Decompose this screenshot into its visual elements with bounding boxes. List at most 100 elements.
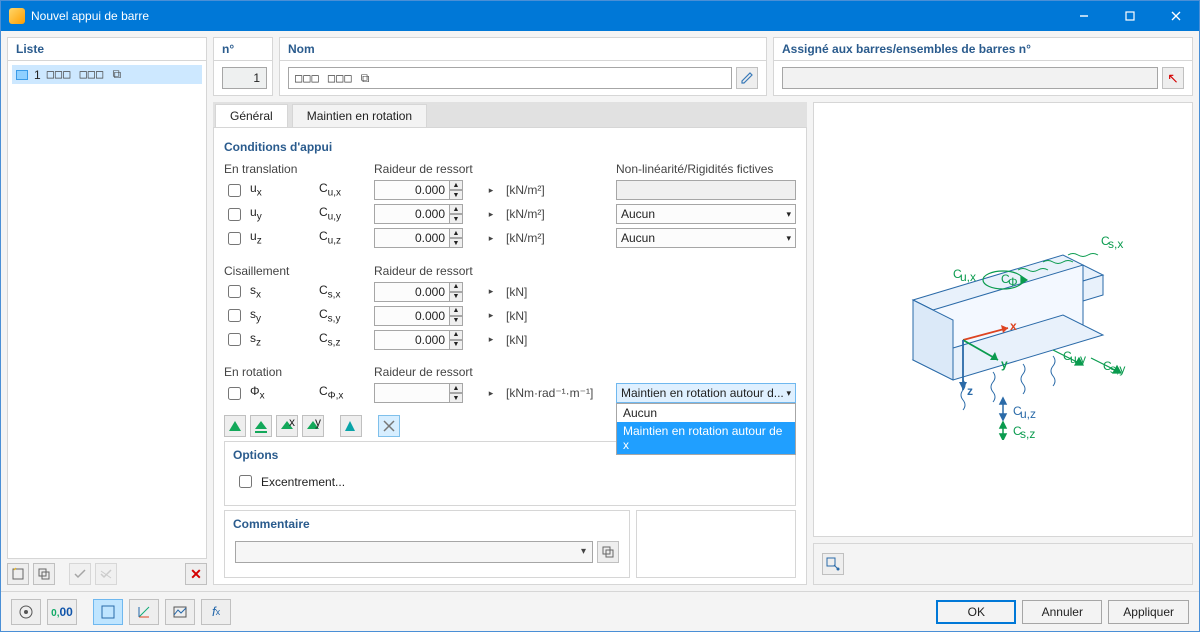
- support-type-2[interactable]: [250, 415, 272, 437]
- nonlin-uy[interactable]: Aucun▾: [616, 204, 796, 224]
- dropdown-option-none[interactable]: Aucun: [617, 404, 795, 422]
- name-header: Nom: [280, 38, 766, 61]
- open-sy[interactable]: ▸: [484, 310, 498, 321]
- show-diagram-button[interactable]: [93, 599, 123, 625]
- close-button[interactable]: [1153, 1, 1199, 31]
- apply-button[interactable]: Appliquer: [1108, 600, 1189, 624]
- minimize-button[interactable]: [1061, 1, 1107, 31]
- name-input[interactable]: □□□ □□□ ⧉: [288, 67, 732, 89]
- delete-button[interactable]: ✕: [185, 563, 207, 585]
- pick-member-button[interactable]: ↖: [1162, 67, 1184, 89]
- dropdown-option-rotation-x[interactable]: Maintien en rotation autour de x: [617, 422, 795, 454]
- svg-text:s,x: s,x: [1108, 237, 1123, 251]
- picture-button[interactable]: [165, 599, 195, 625]
- checkbox-uz[interactable]: [228, 232, 241, 245]
- new-button[interactable]: [7, 563, 29, 585]
- tab-general[interactable]: Général: [215, 104, 288, 127]
- help-button[interactable]: [11, 599, 41, 625]
- ok-button[interactable]: OK: [936, 600, 1016, 624]
- aux-box: [636, 510, 796, 578]
- checkbox-sy[interactable]: [228, 309, 241, 322]
- titlebar: Nouvel appui de barre: [1, 1, 1199, 31]
- nonlin-dropdown: Aucun Maintien en rotation autour de x: [616, 403, 796, 455]
- axes-button[interactable]: [129, 599, 159, 625]
- checkbox-ux[interactable]: [228, 184, 241, 197]
- svg-text:s,z: s,z: [1020, 427, 1035, 440]
- support-icon: [16, 70, 28, 80]
- function-button[interactable]: fx: [201, 599, 231, 625]
- assign-input[interactable]: [782, 67, 1158, 89]
- spring-uz[interactable]: ▲▼: [374, 228, 484, 248]
- open-sz[interactable]: ▸: [484, 334, 498, 345]
- conditions-grid: En translation Raideur de ressort Non-li…: [224, 162, 796, 248]
- spring-header-1: Raideur de ressort: [374, 162, 506, 176]
- svg-text:u,z: u,z: [1020, 407, 1036, 421]
- svg-text:y: y: [315, 419, 321, 429]
- spring-header-2: Raideur de ressort: [374, 264, 506, 278]
- list-item[interactable]: 1 □□□ □□□ ⧉: [12, 65, 202, 84]
- diagram-toolbar: [813, 543, 1193, 585]
- spring-phix[interactable]: ▲▼: [374, 383, 484, 403]
- support-type-free[interactable]: [378, 415, 400, 437]
- spring-header-3: Raideur de ressort: [374, 365, 506, 379]
- shear-header: Cisaillement: [224, 264, 319, 278]
- window-buttons: [1061, 1, 1199, 31]
- list-panel: Liste 1 □□□ □□□ ⧉: [7, 37, 207, 559]
- nonlin-uz[interactable]: Aucun▾: [616, 228, 796, 248]
- assign-panel: Assigné aux barres/ensembles de barres n…: [773, 37, 1193, 96]
- cursor-icon: ↖: [1167, 70, 1179, 87]
- support-conditions-title: Conditions d'appui: [224, 140, 796, 154]
- spring-sx[interactable]: ▲▼: [374, 282, 484, 302]
- comment-library-button[interactable]: [597, 541, 619, 563]
- spring-sy[interactable]: ▲▼: [374, 306, 484, 326]
- copy-button[interactable]: [33, 563, 55, 585]
- maximize-button[interactable]: [1107, 1, 1153, 31]
- assign-header: Assigné aux barres/ensembles de barres n…: [774, 38, 1192, 61]
- nonlin-header: Non-linéarité/Rigidités fictives: [616, 162, 796, 176]
- comment-title: Commentaire: [225, 513, 629, 535]
- spring-uy[interactable]: ▲▼: [374, 204, 484, 224]
- svg-text:Φ: Φ: [1008, 275, 1018, 289]
- spring-sz[interactable]: ▲▼: [374, 330, 484, 350]
- tab-rotation[interactable]: Maintien en rotation: [292, 104, 427, 127]
- support-type-1[interactable]: [224, 415, 246, 437]
- dialog-footer: 0,00 fx OK Annuler Appliquer: [1, 591, 1199, 631]
- svg-text:u,x: u,x: [960, 270, 976, 284]
- list-item-number: 1: [34, 68, 41, 82]
- checkbox-phix[interactable]: [228, 387, 241, 400]
- open-sx[interactable]: ▸: [484, 286, 498, 297]
- spring-ux[interactable]: ▲▼: [374, 180, 484, 200]
- open-phix[interactable]: ▸: [484, 388, 498, 399]
- diagram-panel: CΦ x y z: [813, 102, 1193, 537]
- dialog-window: Nouvel appui de barre Liste 1 □□□ □□□ ⧉: [0, 0, 1200, 632]
- beam-diagram: CΦ x y z: [853, 200, 1153, 440]
- edit-name-button[interactable]: [736, 67, 758, 89]
- svg-text:y: y: [1001, 357, 1008, 371]
- rotation-header: En rotation: [224, 365, 319, 379]
- checkbox-sx[interactable]: [228, 285, 241, 298]
- number-input[interactable]: [222, 67, 267, 89]
- list-item-label: □□□ □□□ ⧉: [47, 67, 122, 82]
- units-button[interactable]: 0,00: [47, 599, 77, 625]
- window-title: Nouvel appui de barre: [31, 9, 1061, 23]
- svg-text:x: x: [1010, 319, 1017, 333]
- list-header: Liste: [8, 38, 206, 61]
- comment-input[interactable]: ▾: [235, 541, 593, 563]
- include-button[interactable]: [69, 563, 91, 585]
- open-ux[interactable]: ▸: [484, 185, 498, 196]
- open-uy[interactable]: ▸: [484, 209, 498, 220]
- support-type-3[interactable]: x: [276, 415, 298, 437]
- checkbox-uy[interactable]: [228, 208, 241, 221]
- list-toolbar: ✕: [7, 563, 207, 585]
- diagram-options-button[interactable]: [822, 553, 844, 575]
- cancel-button[interactable]: Annuler: [1022, 600, 1102, 624]
- support-type-4[interactable]: y: [302, 415, 324, 437]
- eccentricity-checkbox[interactable]: Excentrement...: [235, 472, 785, 491]
- nonlin-phix[interactable]: Maintien en rotation autour d...▾ Aucun …: [616, 383, 796, 403]
- number-panel: n°: [213, 37, 273, 96]
- open-uz[interactable]: ▸: [484, 233, 498, 244]
- checkbox-sz[interactable]: [228, 333, 241, 346]
- support-type-5[interactable]: [340, 415, 362, 437]
- exclude-button[interactable]: [95, 563, 117, 585]
- nonlin-ux: [616, 180, 796, 200]
